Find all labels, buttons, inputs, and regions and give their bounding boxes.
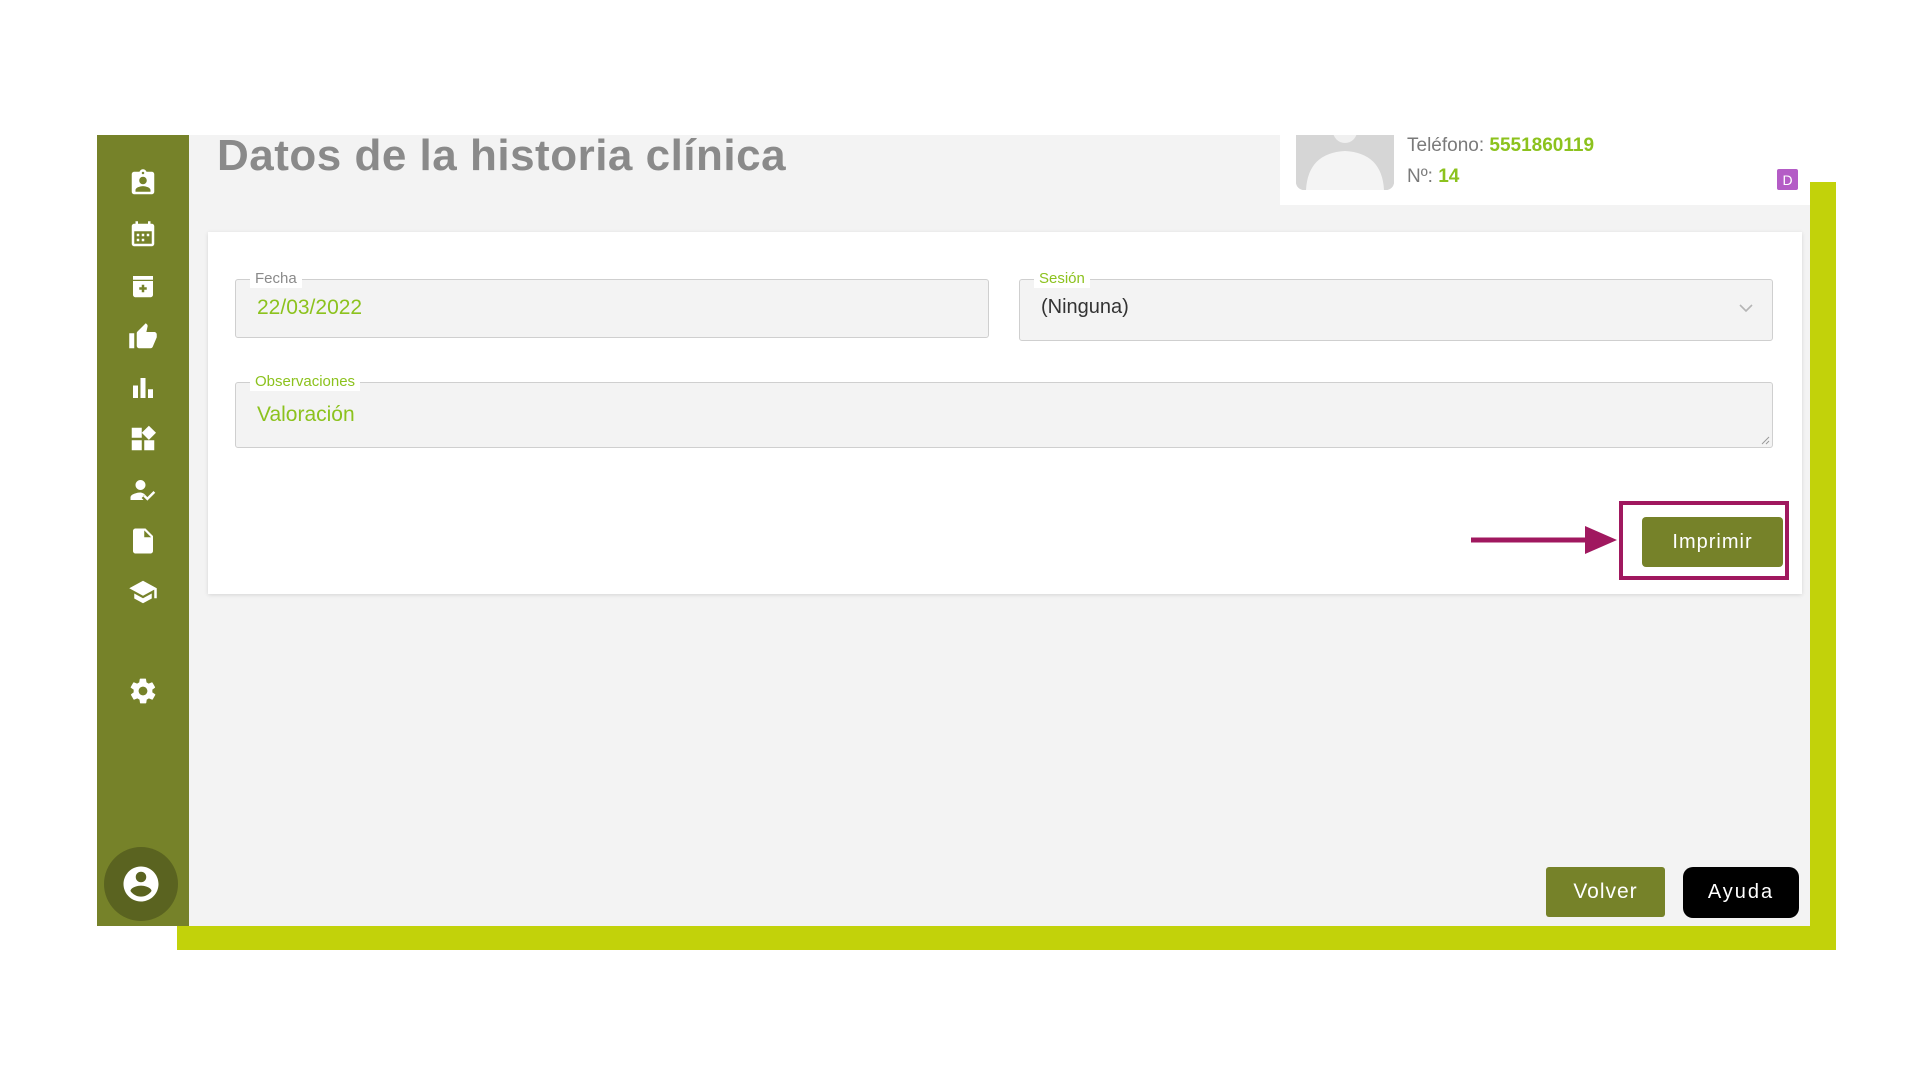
arrow-pointer-icon <box>1471 526 1617 554</box>
patient-number-value: 14 <box>1438 166 1460 187</box>
clipboard-user-icon <box>131 169 155 195</box>
user-silhouette-icon <box>1296 135 1394 190</box>
sidebar-item-settings[interactable] <box>123 673 163 709</box>
stage: Datos de la historia clínica Teléfono: 5… <box>0 0 1920 1080</box>
medical-box-icon <box>133 276 153 298</box>
fecha-field[interactable]: Fecha 22/03/2022 <box>235 270 989 338</box>
sidebar <box>97 135 189 926</box>
chevron-down-icon <box>1738 300 1754 316</box>
fecha-value: 22/03/2022 <box>257 296 363 319</box>
back-button[interactable]: Volver <box>1546 867 1665 917</box>
account-circle-icon <box>123 866 159 902</box>
thumbs-up-icon <box>129 323 157 349</box>
patient-photo <box>1296 135 1394 190</box>
graduation-cap-icon <box>129 580 157 604</box>
sesion-value: (Ninguna) <box>1041 296 1129 318</box>
sidebar-item-staff[interactable] <box>123 472 163 508</box>
calendar-icon <box>131 221 155 247</box>
patient-phone-label: Teléfono: <box>1407 135 1485 156</box>
widgets-icon <box>131 425 156 451</box>
sesion-select[interactable]: Sesión (Ninguna) <box>1019 270 1773 341</box>
gear-icon <box>130 678 156 704</box>
patient-phone: Teléfono: 5551860119 <box>1407 135 1594 157</box>
observaciones-value: Valoración <box>257 403 355 426</box>
sidebar-item-modules[interactable] <box>123 421 163 457</box>
patient-card: Teléfono: 5551860119 Nº: 14 D <box>1280 135 1810 205</box>
observaciones-textarea[interactable]: Observaciones Valoración <box>235 373 1773 448</box>
print-button[interactable]: Imprimir <box>1642 517 1783 567</box>
sidebar-item-treatments[interactable] <box>123 268 163 304</box>
patient-phone-value: 5551860119 <box>1489 135 1595 156</box>
document-icon <box>133 528 153 554</box>
sidebar-item-documents[interactable] <box>123 523 163 559</box>
sidebar-item-feedback[interactable] <box>123 319 163 355</box>
fecha-label: Fecha <box>250 270 302 288</box>
patient-badge[interactable]: D <box>1777 169 1798 190</box>
bar-chart-icon <box>133 378 153 398</box>
observaciones-label: Observaciones <box>250 373 361 391</box>
sidebar-item-patients[interactable] <box>123 165 163 201</box>
sidebar-item-training[interactable] <box>123 574 163 610</box>
patient-number-label: Nº: <box>1407 166 1433 187</box>
patient-number: Nº: 14 <box>1407 166 1459 188</box>
sidebar-item-calendar[interactable] <box>123 217 163 253</box>
app-window: Datos de la historia clínica Teléfono: 5… <box>97 135 1810 926</box>
sidebar-item-statistics[interactable] <box>123 370 163 406</box>
sesion-label: Sesión <box>1034 270 1090 288</box>
profile-button[interactable] <box>104 847 178 921</box>
page-title: Datos de la historia clínica <box>217 135 787 180</box>
help-button[interactable]: Ayuda <box>1683 867 1799 918</box>
resize-handle-icon[interactable] <box>1760 435 1770 445</box>
user-check-icon <box>130 480 156 501</box>
